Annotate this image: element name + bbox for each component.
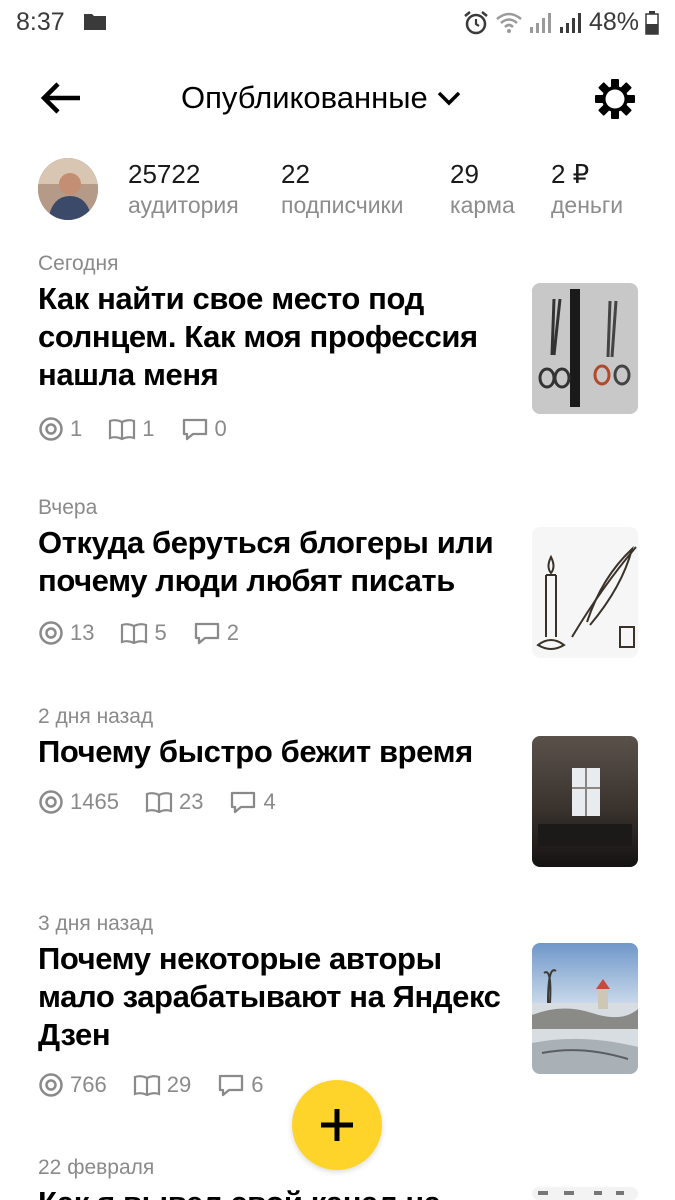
eye-views-icon [39, 417, 63, 441]
wifi-icon [496, 12, 522, 33]
reads-count: 23 [178, 789, 204, 814]
article-title: Откуда беруться блогеры или почему люди … [38, 525, 494, 598]
reads-count: 5 [154, 620, 167, 645]
battery-icon [645, 10, 659, 35]
article-stats: 1 1 0 [38, 416, 253, 442]
stat-value: 25722 [128, 159, 201, 189]
comment-icon [231, 791, 256, 814]
views-count: 1 [70, 416, 83, 441]
book-reads-icon [145, 792, 173, 814]
article-card[interactable]: 2 дня назад Почему быстро бежит время 14… [0, 705, 675, 875]
stat-label: карма [450, 192, 515, 218]
stat-label: аудитория [128, 192, 239, 218]
article-thumbnail [532, 943, 638, 1074]
article-date: Вчера [38, 496, 98, 519]
article-stats: 13 5 2 [38, 620, 265, 646]
views-count: 13 [70, 620, 95, 645]
article-date: 3 дня назад [38, 912, 154, 935]
settings-button[interactable] [593, 77, 637, 121]
article-thumbnail [532, 1187, 638, 1200]
back-button[interactable] [38, 76, 86, 120]
reads-count: 1 [142, 416, 155, 441]
article-title: Почему некоторые авторы мало зарабатываю… [38, 941, 501, 1052]
article-card[interactable]: Вчера Откуда беруться блогеры или почему… [0, 496, 675, 666]
views-count: 1465 [70, 789, 119, 814]
article-stats: 1465 23 4 [38, 789, 302, 815]
chevron-down-icon [437, 91, 461, 106]
book-reads-icon [133, 1075, 160, 1097]
article-date: Сегодня [38, 252, 119, 275]
article-thumbnail [532, 527, 638, 658]
alarm-icon [464, 10, 488, 34]
stat-karma: 29 карма [450, 158, 515, 220]
page-title: Опубликованные [181, 80, 428, 115]
article-thumbnail [532, 736, 638, 867]
create-post-button[interactable] [292, 1080, 382, 1170]
signal-icon [559, 12, 581, 33]
stat-money: 2 ₽ деньги [551, 158, 623, 220]
stat-label: деньги [551, 192, 624, 218]
arrow-left-icon [40, 82, 80, 114]
article-title: Как я вывел свой канал на [38, 1184, 518, 1200]
eye-views-icon [39, 1073, 63, 1097]
comments-count: 6 [251, 1072, 264, 1097]
signal-icon [529, 12, 551, 33]
comments-count: 2 [226, 620, 239, 645]
status-bar: 8:37 48% [0, 0, 675, 44]
article-title: Как найти свое место под солнцем. Как мо… [38, 281, 478, 392]
app-header: Опубликованные [0, 66, 675, 130]
eye-views-icon [39, 621, 63, 645]
status-time: 8:37 [16, 8, 65, 36]
stat-value: 22 [281, 159, 310, 189]
reads-count: 29 [166, 1072, 192, 1097]
comments-count: 0 [214, 416, 227, 441]
article-date: 2 дня назад [38, 705, 154, 728]
battery-percent: 48% [588, 8, 639, 36]
stat-audience: 25722 аудитория [128, 158, 239, 220]
stat-value: 2 ₽ [551, 159, 590, 189]
article-thumbnail [532, 283, 638, 414]
views-count: 766 [70, 1072, 107, 1097]
stat-label: подписчики [281, 192, 404, 218]
article-stats: 766 29 6 [38, 1072, 289, 1098]
book-reads-icon [109, 419, 136, 441]
plus-icon [321, 1109, 353, 1141]
profile-stats: 25722 аудитория 22 подписчики 29 карма 2… [0, 156, 675, 226]
eye-views-icon [39, 790, 63, 814]
article-card[interactable]: Сегодня Как найти свое место под солнцем… [0, 252, 675, 452]
comments-count: 4 [263, 789, 276, 814]
publication-filter-dropdown[interactable]: Опубликованные [181, 80, 462, 116]
avatar[interactable] [38, 158, 98, 220]
comment-icon [194, 622, 219, 645]
status-icons: 48% [463, 8, 659, 37]
article-date: 22 февраля [38, 1156, 155, 1179]
comment-icon [219, 1074, 244, 1097]
book-reads-icon [121, 623, 148, 645]
folder-icon [84, 14, 106, 30]
stat-subscribers: 22 подписчики [281, 158, 403, 220]
stat-value: 29 [450, 159, 479, 189]
gear-icon [595, 79, 635, 119]
comment-icon [182, 418, 207, 441]
article-title: Почему быстро бежит время [38, 734, 473, 769]
